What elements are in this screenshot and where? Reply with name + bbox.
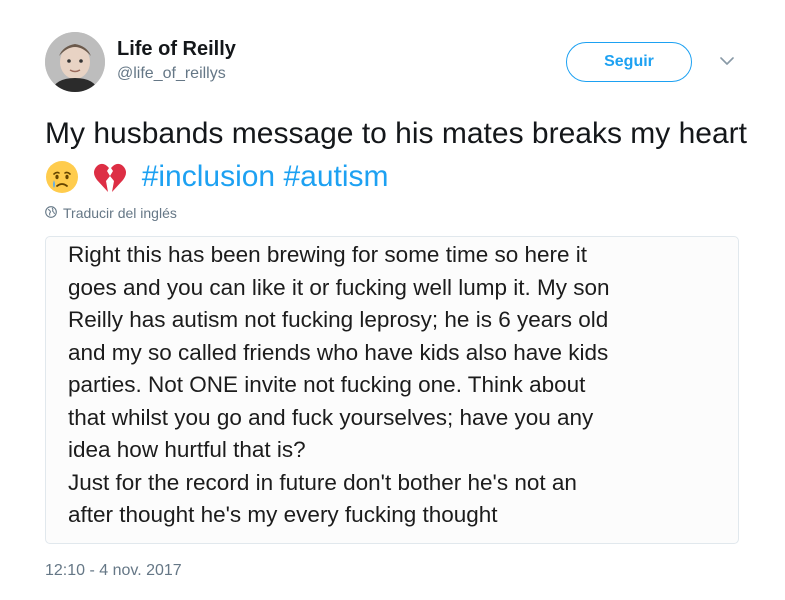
attached-image-text: Right this has been brewing for some tim…	[68, 242, 610, 527]
tweet-text-body: My husbands message to his mates breaks …	[45, 117, 747, 150]
translate-label: Traducir del inglés	[63, 205, 177, 221]
chevron-down-icon[interactable]	[719, 53, 735, 69]
follow-button[interactable]: Seguir	[566, 42, 692, 82]
hashtag-autism-link[interactable]: #autism	[283, 160, 388, 193]
user-handle[interactable]: @life_of_reillys	[117, 64, 236, 84]
broken-heart-emoji	[93, 162, 127, 206]
tweet-header: Life of Reilly @life_of_reillys Seguir	[45, 32, 755, 96]
attached-image[interactable]: Right this has been brewing for some tim…	[45, 236, 739, 544]
globe-icon	[45, 205, 57, 221]
tweet-timestamp[interactable]: 12:10 - 4 nov. 2017	[45, 562, 182, 580]
tweet-text: My husbands message to his mates breaks …	[45, 112, 755, 206]
avatar[interactable]	[45, 32, 105, 92]
avatar-photo	[45, 32, 105, 92]
translate-link[interactable]: Traducir del inglés	[45, 205, 177, 221]
user-names: Life of Reilly @life_of_reillys	[117, 37, 236, 84]
crying-face-emoji	[45, 160, 79, 206]
display-name[interactable]: Life of Reilly	[117, 37, 236, 61]
hashtag-inclusion-link[interactable]: #inclusion	[142, 160, 275, 193]
